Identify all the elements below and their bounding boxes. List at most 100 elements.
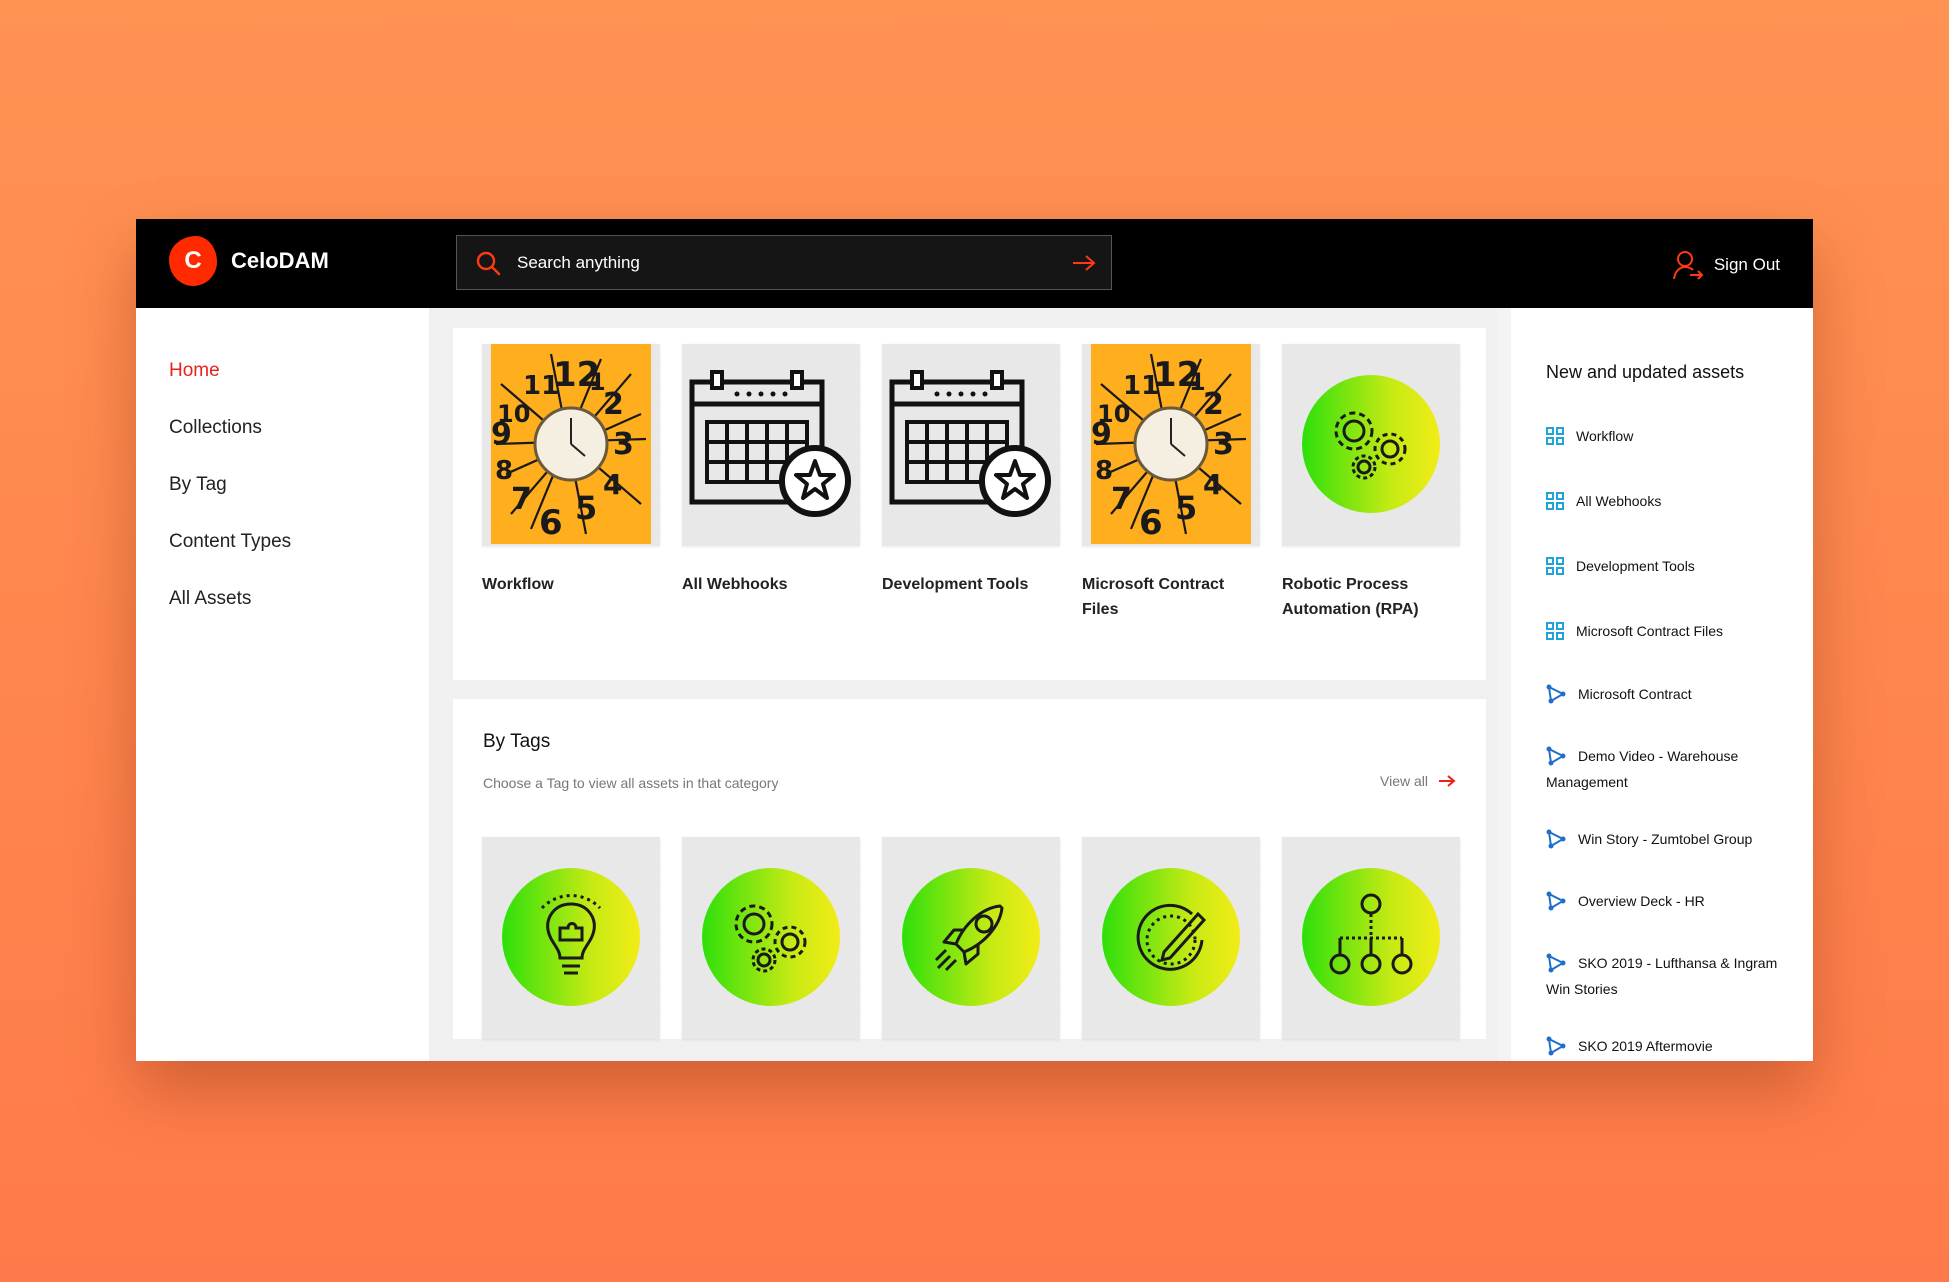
sidebar-item-all-assets[interactable]: All Assets [169, 588, 251, 610]
collection-label[interactable]: Development Tools [882, 572, 1062, 597]
search-input[interactable] [515, 251, 1071, 274]
collection-tile-all-webhooks[interactable] [682, 344, 860, 546]
asset-item-label: SKO 2019 - Lufthansa & Ingram Win Storie… [1546, 954, 1778, 997]
svg-text:5: 5 [575, 489, 597, 527]
app-window: C CeloDAM Sign Out Home [136, 219, 1813, 1061]
people-hierarchy-icon [1302, 868, 1440, 1006]
clock-art-image: 12 2 34 56 78 9 10 11 1 [491, 344, 651, 544]
collection-label[interactable]: Robotic Process Automation (RPA) [1282, 572, 1462, 622]
collection-tile-development-tools[interactable] [882, 344, 1060, 546]
share-icon [1546, 953, 1566, 973]
asset-item-label: Win Story - Zumtobel Group [1578, 830, 1753, 847]
asset-item[interactable]: Microsoft Contract [1546, 681, 1786, 707]
asset-item-label: Development Tools [1576, 557, 1695, 574]
asset-item[interactable]: All Webhooks [1546, 488, 1786, 514]
asset-item-label: SKO 2019 Aftermovie [1578, 1037, 1713, 1054]
clock-art-image: 12 2 34 56 78 9 10 11 1 [1091, 344, 1251, 544]
asset-item-label: Workflow [1576, 427, 1634, 444]
svg-text:1: 1 [1189, 368, 1206, 396]
collection-label[interactable]: Workflow [482, 572, 662, 597]
sidebar-item-home[interactable]: Home [169, 360, 220, 382]
collections-panel: 12 2 34 56 78 9 10 11 1 Workflow All Web… [453, 328, 1486, 680]
by-tags-panel: By Tags Choose a Tag to view all assets … [453, 699, 1486, 1039]
asset-item[interactable]: Win Story - Zumtobel Group [1546, 826, 1786, 852]
logo[interactable]: C CeloDAM [169, 236, 329, 286]
view-all-label: View all [1380, 773, 1428, 789]
svg-text:10: 10 [1097, 400, 1130, 428]
tag-tile[interactable] [1282, 837, 1460, 1039]
asset-item-label: Overview Deck - HR [1578, 892, 1705, 909]
asset-item-label: Microsoft Contract [1578, 685, 1692, 702]
grid-icon [1546, 492, 1564, 511]
svg-text:7: 7 [511, 482, 532, 517]
gears-icon [702, 868, 840, 1006]
asset-item[interactable]: SKO 2019 Aftermovie [1546, 1033, 1786, 1059]
collection-tile-microsoft-contract-files[interactable]: 12 2 34 56 78 9 10 11 1 [1082, 344, 1260, 546]
top-bar: C CeloDAM Sign Out [136, 219, 1813, 308]
asset-item[interactable]: Development Tools [1546, 553, 1786, 579]
grid-icon [1546, 557, 1564, 576]
svg-text:3: 3 [1213, 427, 1234, 462]
arrow-right-icon [1439, 775, 1456, 787]
logo-icon: C [169, 236, 217, 286]
svg-text:1: 1 [589, 368, 606, 396]
collection-label[interactable]: All Webhooks [682, 572, 862, 597]
rocket-icon [902, 868, 1040, 1006]
tag-tile[interactable] [882, 837, 1060, 1039]
pencil-circle-icon [1102, 868, 1240, 1006]
gears-icon [1302, 375, 1440, 513]
search-icon [476, 251, 501, 275]
share-icon [1546, 891, 1566, 911]
grid-icon [1546, 427, 1564, 446]
svg-text:10: 10 [497, 400, 530, 428]
svg-text:3: 3 [613, 427, 634, 462]
calendar-star-icon [689, 370, 851, 517]
tag-tile[interactable] [482, 837, 660, 1039]
svg-text:2: 2 [603, 387, 624, 422]
collection-tile-rpa[interactable] [1282, 344, 1460, 546]
svg-text:6: 6 [539, 503, 563, 543]
asset-item[interactable]: Demo Video - Warehouse Management [1546, 743, 1786, 795]
svg-text:6: 6 [1139, 503, 1163, 543]
tag-tile[interactable] [1082, 837, 1260, 1039]
lightbulb-puzzle-icon [502, 868, 640, 1006]
asset-item-label: Microsoft Contract Files [1576, 622, 1724, 639]
sidebar: Home Collections By Tag Content Types Al… [136, 308, 429, 1061]
calendar-star-icon [889, 370, 1051, 517]
share-icon [1546, 684, 1566, 704]
collection-label[interactable]: Microsoft Contract Files [1082, 572, 1262, 622]
search-bar [456, 235, 1112, 290]
svg-text:11: 11 [1123, 371, 1159, 401]
sidebar-item-by-tag[interactable]: By Tag [169, 474, 227, 496]
svg-text:8: 8 [495, 456, 513, 486]
asset-item[interactable]: SKO 2019 - Lufthansa & Ingram Win Storie… [1546, 950, 1786, 1002]
search-submit-arrow-icon[interactable] [1071, 253, 1097, 273]
sign-out-button[interactable]: Sign Out [1672, 249, 1780, 281]
sign-out-label: Sign Out [1713, 255, 1780, 274]
share-icon [1546, 829, 1566, 849]
grid-icon [1546, 622, 1564, 641]
asset-item-label: All Webhooks [1576, 492, 1662, 509]
asset-item-label: Demo Video - Warehouse Management [1546, 747, 1739, 790]
svg-text:4: 4 [603, 468, 622, 501]
app-name: CeloDAM [231, 248, 329, 273]
svg-text:2: 2 [1203, 387, 1224, 422]
asset-item[interactable]: Workflow [1546, 423, 1786, 449]
svg-text:5: 5 [1175, 489, 1197, 527]
asset-item[interactable]: Overview Deck - HR [1546, 888, 1786, 914]
main-content: 12 2 34 56 78 9 10 11 1 Workflow All Web… [429, 308, 1497, 1061]
svg-text:7: 7 [1111, 482, 1132, 517]
collection-tile-workflow[interactable]: 12 2 34 56 78 9 10 11 1 [482, 344, 660, 546]
user-icon [1672, 251, 1704, 280]
sidebar-item-content-types[interactable]: Content Types [169, 531, 291, 553]
svg-text:4: 4 [1203, 468, 1222, 501]
sidebar-item-collections[interactable]: Collections [169, 417, 262, 439]
new-assets-title: New and updated assets [1546, 362, 1745, 382]
by-tags-subtitle: Choose a Tag to view all assets in that … [483, 775, 779, 791]
tag-tile[interactable] [682, 837, 860, 1039]
view-all-link[interactable]: View all [1380, 773, 1456, 789]
svg-text:8: 8 [1095, 456, 1113, 486]
new-assets-panel: New and updated assets Workflow All Webh… [1511, 308, 1813, 1061]
share-icon [1546, 746, 1566, 766]
asset-item[interactable]: Microsoft Contract Files [1546, 618, 1786, 644]
